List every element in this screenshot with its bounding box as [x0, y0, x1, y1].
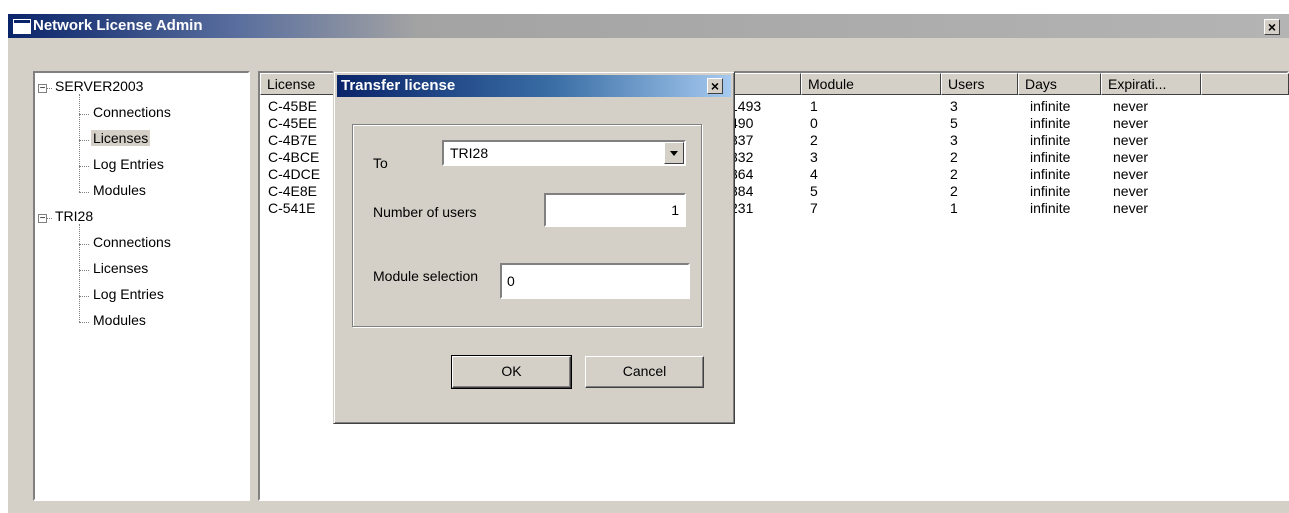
cell-days: infinite: [1030, 166, 1071, 182]
cell-module: 1: [810, 98, 818, 114]
module-selection-field[interactable]: 0: [500, 263, 690, 299]
cell-expiration: never: [1113, 166, 1149, 182]
main-window: Network License Admin × − SERVER2003 Conne…: [8, 14, 1289, 513]
chevron-down-icon: [670, 151, 678, 156]
to-server-select[interactable]: TRI28: [442, 140, 686, 166]
transfer-license-dialog: Transfer license × To TRI28 Number of us…: [333, 71, 735, 424]
cell-users: 1: [950, 200, 958, 216]
cell-days: infinite: [1030, 132, 1071, 148]
column-header-filler: [1201, 73, 1289, 95]
cell-license: C-4B7E: [268, 132, 318, 148]
tree-item-connections[interactable]: Connections: [91, 104, 173, 120]
cell-expiration: never: [1113, 115, 1149, 131]
cell-license: C-45BE: [268, 98, 318, 114]
app-window-icon: [13, 19, 31, 34]
cell-license: C-4DCE: [268, 166, 321, 182]
tree-item-licenses[interactable]: Licenses: [91, 260, 150, 276]
cell-expiration: never: [1113, 98, 1149, 114]
cell-days: infinite: [1030, 98, 1071, 114]
cell-expiration: never: [1113, 200, 1149, 216]
module-selection-label: Module selection: [373, 268, 479, 284]
cell-users: 2: [950, 149, 958, 165]
main-titlebar[interactable]: Network License Admin ×: [8, 14, 1289, 38]
tree-item-log-entries[interactable]: Log Entries: [91, 286, 166, 302]
tree-item-licenses[interactable]: Licenses: [91, 130, 151, 146]
cell-expiration: never: [1113, 183, 1149, 199]
to-server-value: TRI28: [450, 145, 489, 161]
tree-node-server[interactable]: SERVER2003: [55, 78, 143, 94]
cell-users: 2: [950, 166, 958, 182]
cell-module: 2: [810, 132, 818, 148]
cancel-button[interactable]: Cancel: [585, 356, 704, 388]
cell-days: infinite: [1030, 115, 1071, 131]
tree-item-connections[interactable]: Connections: [91, 234, 173, 250]
cell-days: infinite: [1030, 200, 1071, 216]
cell-module: 0: [810, 115, 818, 131]
cell-module: 3: [810, 149, 818, 165]
dialog-close-button[interactable]: ×: [707, 78, 723, 94]
cell-expiration: never: [1113, 149, 1149, 165]
tree-item-modules[interactable]: Modules: [91, 182, 148, 198]
cell-expiration: never: [1113, 132, 1149, 148]
cell-days: infinite: [1030, 149, 1071, 165]
cell-license: C-4BCE: [268, 149, 320, 165]
cell-license: C-541E: [268, 200, 316, 216]
dialog-titlebar[interactable]: Transfer license ×: [337, 75, 731, 97]
cell-users: 5: [950, 115, 958, 131]
dialog-title: Transfer license: [341, 77, 456, 94]
cell-days: infinite: [1030, 183, 1071, 199]
tree-item-modules[interactable]: Modules: [91, 312, 148, 328]
cell-module: 5: [810, 183, 818, 199]
column-header-expiration[interactable]: Expirati...: [1101, 73, 1201, 95]
tree-view[interactable]: − SERVER2003 Connections Licenses Log Entrie…: [33, 71, 250, 501]
cell-module: 4: [810, 166, 818, 182]
tree-item-log-entries[interactable]: Log Entries: [91, 156, 166, 172]
ok-button[interactable]: OK: [451, 355, 572, 389]
tree-node-server[interactable]: TRI28: [55, 208, 93, 224]
column-header-days[interactable]: Days: [1018, 73, 1101, 95]
window-close-button[interactable]: ×: [1264, 19, 1280, 35]
cell-users: 3: [950, 132, 958, 148]
tree-expander-icon[interactable]: −: [38, 214, 47, 224]
cell-users: 3: [950, 98, 958, 114]
window-title: Network License Admin: [33, 17, 203, 34]
column-header-module[interactable]: Module: [801, 73, 941, 95]
cell-module: 7: [810, 200, 818, 216]
column-header-users[interactable]: Users: [941, 73, 1018, 95]
cell-license: C-4E8E: [268, 183, 318, 199]
number-of-users-field[interactable]: 1: [544, 193, 686, 227]
cell-users: 2: [950, 183, 958, 199]
dropdown-button[interactable]: [664, 142, 684, 164]
to-label: To: [373, 155, 388, 171]
tree-expander-icon[interactable]: −: [38, 84, 47, 94]
number-of-users-label: Number of users: [373, 204, 477, 220]
cell-license: C-45EE: [268, 115, 318, 131]
